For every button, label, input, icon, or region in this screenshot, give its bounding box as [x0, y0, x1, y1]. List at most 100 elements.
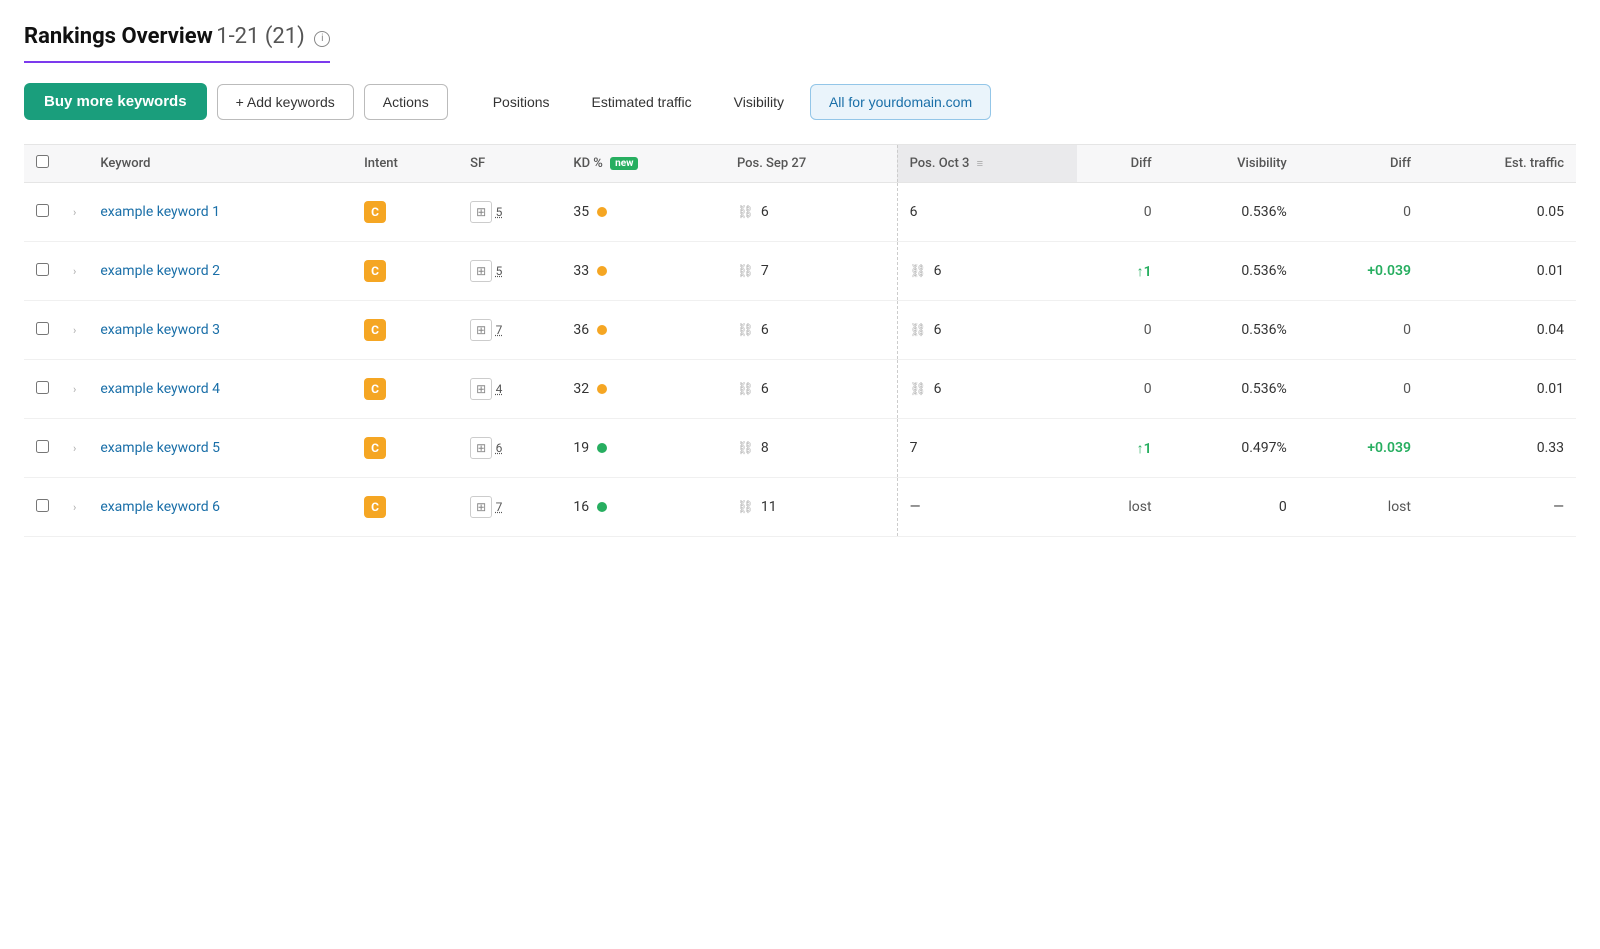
- row-checkbox[interactable]: [36, 440, 49, 453]
- keyword-link[interactable]: example keyword 1: [100, 204, 220, 220]
- row-expand[interactable]: ›: [61, 183, 88, 242]
- diff1-cell: 0: [1077, 360, 1164, 419]
- col-header-pos-sep27[interactable]: Pos. Sep 27: [725, 145, 897, 183]
- sf-value[interactable]: 7: [496, 500, 503, 514]
- diff1-value: 0: [1144, 322, 1152, 338]
- col-header-keyword[interactable]: Keyword: [88, 145, 352, 183]
- row-checkbox[interactable]: [36, 322, 49, 335]
- keyword-cell: example keyword 4: [88, 360, 352, 419]
- intent-badge: C: [364, 437, 386, 459]
- visibility-value: 0.536%: [1241, 322, 1286, 338]
- row-checkbox-cell[interactable]: [24, 183, 61, 242]
- sort-icon: ≡: [977, 157, 983, 170]
- sf-value[interactable]: 6: [496, 441, 503, 455]
- est-traffic-value: 0.33: [1537, 440, 1564, 456]
- diff2-cell: 0: [1299, 183, 1423, 242]
- col-header-diff1[interactable]: Diff: [1077, 145, 1164, 183]
- kd-cell: 32: [561, 360, 725, 419]
- kd-value: 16: [573, 499, 589, 515]
- keyword-link[interactable]: example keyword 5: [100, 440, 220, 456]
- positions-button[interactable]: Positions: [477, 85, 566, 119]
- pos-sep27-cell: ⛓ 11: [725, 478, 897, 537]
- estimated-traffic-button[interactable]: Estimated traffic: [576, 85, 708, 119]
- keyword-link[interactable]: example keyword 2: [100, 263, 220, 279]
- intent-cell: C: [352, 478, 458, 537]
- sf-value[interactable]: 5: [496, 264, 503, 278]
- col-header-visibility[interactable]: Visibility: [1164, 145, 1299, 183]
- row-checkbox-cell[interactable]: [24, 301, 61, 360]
- select-all-header[interactable]: [24, 145, 61, 183]
- keyword-link[interactable]: example keyword 3: [100, 322, 220, 338]
- info-icon[interactable]: i: [314, 31, 330, 47]
- sf-value[interactable]: 5: [496, 205, 503, 219]
- row-checkbox-cell[interactable]: [24, 419, 61, 478]
- est-traffic-value: —: [1553, 499, 1564, 515]
- row-expand[interactable]: ›: [61, 478, 88, 537]
- row-expand[interactable]: ›: [61, 242, 88, 301]
- pos-sep27-cell: ⛓ 6: [725, 301, 897, 360]
- sf-cell: ⊞ 6: [458, 419, 561, 478]
- expand-icon: ›: [73, 442, 76, 455]
- col-header-est-traffic[interactable]: Est. traffic: [1423, 145, 1576, 183]
- buy-keywords-button[interactable]: Buy more keywords: [24, 83, 207, 120]
- col-header-kd[interactable]: KD % new: [561, 145, 725, 183]
- row-expand[interactable]: ›: [61, 360, 88, 419]
- col-header-intent[interactable]: Intent: [352, 145, 458, 183]
- intent-badge: C: [364, 378, 386, 400]
- sf-cell: ⊞ 4: [458, 360, 561, 419]
- col-header-diff2[interactable]: Diff: [1299, 145, 1423, 183]
- diff2-cell: lost: [1299, 478, 1423, 537]
- keyword-link[interactable]: example keyword 6: [100, 499, 220, 515]
- col-header-pos-oct3[interactable]: Pos. Oct 3 ≡: [897, 145, 1077, 183]
- link-icon: ⛓: [737, 264, 754, 279]
- kd-cell: 33: [561, 242, 725, 301]
- col-header-sf[interactable]: SF: [458, 145, 561, 183]
- intent-cell: C: [352, 360, 458, 419]
- sf-value[interactable]: 7: [496, 323, 503, 337]
- intent-badge: C: [364, 496, 386, 518]
- row-checkbox[interactable]: [36, 381, 49, 394]
- kd-dot: [597, 384, 607, 394]
- sf-cell: ⊞ 5: [458, 183, 561, 242]
- pos-oct3-cell: —: [897, 478, 1077, 537]
- row-expand[interactable]: ›: [61, 301, 88, 360]
- sf-icon: ⊞: [470, 201, 492, 223]
- domain-filter-button[interactable]: All for yourdomain.com: [810, 84, 991, 120]
- sf-cell: ⊞ 5: [458, 242, 561, 301]
- link-icon: ⛓: [737, 382, 754, 397]
- row-checkbox[interactable]: [36, 263, 49, 276]
- add-keywords-button[interactable]: + Add keywords: [217, 84, 354, 120]
- keyword-cell: example keyword 2: [88, 242, 352, 301]
- row-expand[interactable]: ›: [61, 419, 88, 478]
- est-traffic-cell: —: [1423, 478, 1576, 537]
- pos-oct3-cell: 6: [897, 183, 1077, 242]
- kd-cell: 19: [561, 419, 725, 478]
- select-all-checkbox[interactable]: [36, 155, 49, 168]
- row-checkbox[interactable]: [36, 499, 49, 512]
- keyword-cell: example keyword 1: [88, 183, 352, 242]
- diff2-value: +0.039: [1367, 440, 1411, 456]
- kd-dot: [597, 502, 607, 512]
- keyword-link[interactable]: example keyword 4: [100, 381, 220, 397]
- table-row: › example keyword 4 C ⊞ 4 32 ⛓ 6 ⛓ 6 0 0…: [24, 360, 1576, 419]
- pos-sep27-cell: ⛓ 8: [725, 419, 897, 478]
- visibility-cell: 0.536%: [1164, 183, 1299, 242]
- row-checkbox-cell[interactable]: [24, 360, 61, 419]
- kd-value: 36: [573, 322, 589, 338]
- diff2-value: lost: [1388, 499, 1411, 515]
- intent-cell: C: [352, 301, 458, 360]
- diff2-value: 0: [1403, 322, 1411, 338]
- sf-value[interactable]: 4: [496, 382, 503, 396]
- est-traffic-value: 0.01: [1537, 381, 1564, 397]
- diff1-value: 0: [1144, 204, 1152, 220]
- row-checkbox[interactable]: [36, 204, 49, 217]
- row-checkbox-cell[interactable]: [24, 242, 61, 301]
- sf-icon: ⊞: [470, 260, 492, 282]
- diff2-cell: +0.039: [1299, 242, 1423, 301]
- visibility-button[interactable]: Visibility: [718, 85, 800, 119]
- actions-button[interactable]: Actions: [364, 84, 448, 120]
- row-checkbox-cell[interactable]: [24, 478, 61, 537]
- est-traffic-cell: 0.01: [1423, 242, 1576, 301]
- link-icon: ⛓: [737, 500, 754, 515]
- link-icon: ⛓: [737, 205, 754, 220]
